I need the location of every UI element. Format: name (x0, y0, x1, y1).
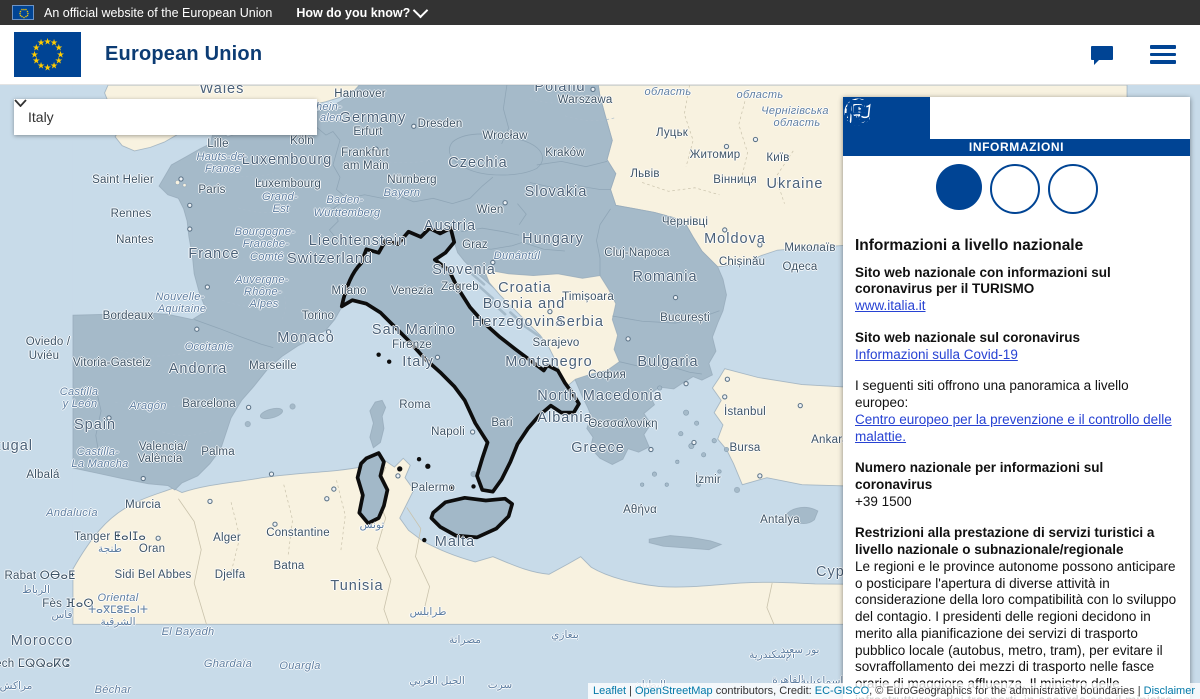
attribution-text: , © EuroGeographics for the administrati… (869, 685, 1144, 697)
content-text: +39 1500 (855, 493, 912, 509)
content-text (855, 315, 1178, 330)
official-site-text: An official website of the European Unio… (44, 5, 273, 20)
panel-tabs: i (843, 97, 1190, 140)
attribution-link[interactable]: Disclaimer (1144, 685, 1195, 697)
info-level-icons: i i (843, 100, 1190, 215)
content-heading: Informazioni a livello nazionale (855, 237, 1084, 255)
content-link[interactable]: Centro europeo per la prevenzione e il c… (855, 412, 1178, 445)
tab-servizi[interactable] (846, 97, 1104, 140)
menu-icon[interactable] (1150, 45, 1176, 64)
chevron-down-icon (413, 2, 429, 19)
content-text (855, 363, 1178, 378)
attribution-text: contributors, Credit: (712, 685, 815, 697)
section-title: INFORMAZIONI (843, 139, 1190, 157)
content-text: Sito web nazionale sul coronavirus (855, 329, 1081, 345)
country-dropdown-value: Italy (28, 109, 54, 125)
content-link[interactable]: www.italia.it (855, 298, 1178, 315)
site-title: European Union (105, 43, 263, 65)
attribution-link[interactable]: Leaflet (593, 685, 626, 697)
tab-salute[interactable] (847, 97, 1190, 140)
flag-info-icon[interactable]: i (849, 103, 982, 211)
attribution-text: | (626, 685, 635, 697)
site-header: ★ ★ ★ ★ ★ ★ ★ ★ ★ ★ ★ ★ European Union (0, 25, 1200, 85)
chevron-down-icon (14, 99, 27, 107)
content-text (855, 445, 1178, 460)
eu-flag-logo: ★ ★ ★ ★ ★ ★ ★ ★ ★ ★ ★ ★ (14, 32, 81, 77)
country-dropdown[interactable]: Italy (14, 99, 317, 135)
tab-trasporti[interactable] (845, 97, 1017, 140)
content-text: Restrizioni alla prestazione di servizi … (855, 525, 1155, 558)
how-do-you-know-link[interactable]: How do you know? (296, 2, 429, 20)
chat-icon[interactable] (1090, 44, 1114, 66)
info-panel: i (843, 97, 1190, 699)
content-text (855, 510, 1178, 525)
map-attribution[interactable]: Leaflet | OpenStreetMap contributors, Cr… (587, 683, 1200, 699)
region-flag-icon[interactable] (851, 102, 1098, 215)
panel-content: Informazioni a livello nazionale Sito web… (843, 214, 1190, 699)
official-site-bar: ★ ★ ★ ★ ★ ★ ★ ★ ★ ★ ★ ★ An official website of the … (0, 0, 1200, 25)
content-text: I seguenti siti offrono una panoramica a… (855, 378, 1129, 411)
content-text: Sito web nazionale con informazioni sul … (855, 264, 1111, 297)
attribution-link[interactable]: OpenStreetMap (635, 685, 713, 697)
eu-flag-small-icon: ★ ★ ★ ★ ★ ★ ★ ★ ★ ★ ★ ★ (12, 5, 34, 20)
europe-map[interactable]: Wales Poland Germany Czechia Slovakia Ukraine… (0, 85, 1200, 699)
how-do-you-know-label: How do you know? (296, 5, 411, 20)
pin-info-icon[interactable]: i (849, 100, 1040, 215)
content-text: Le regioni e le province autonome posson… (855, 558, 1177, 699)
content-link[interactable]: Informazioni sulla Covid-19 (855, 347, 1178, 364)
content-text: Numero nazionale per informazioni sul co… (855, 460, 1104, 492)
attribution-link[interactable]: EC-GISCO (815, 685, 869, 697)
